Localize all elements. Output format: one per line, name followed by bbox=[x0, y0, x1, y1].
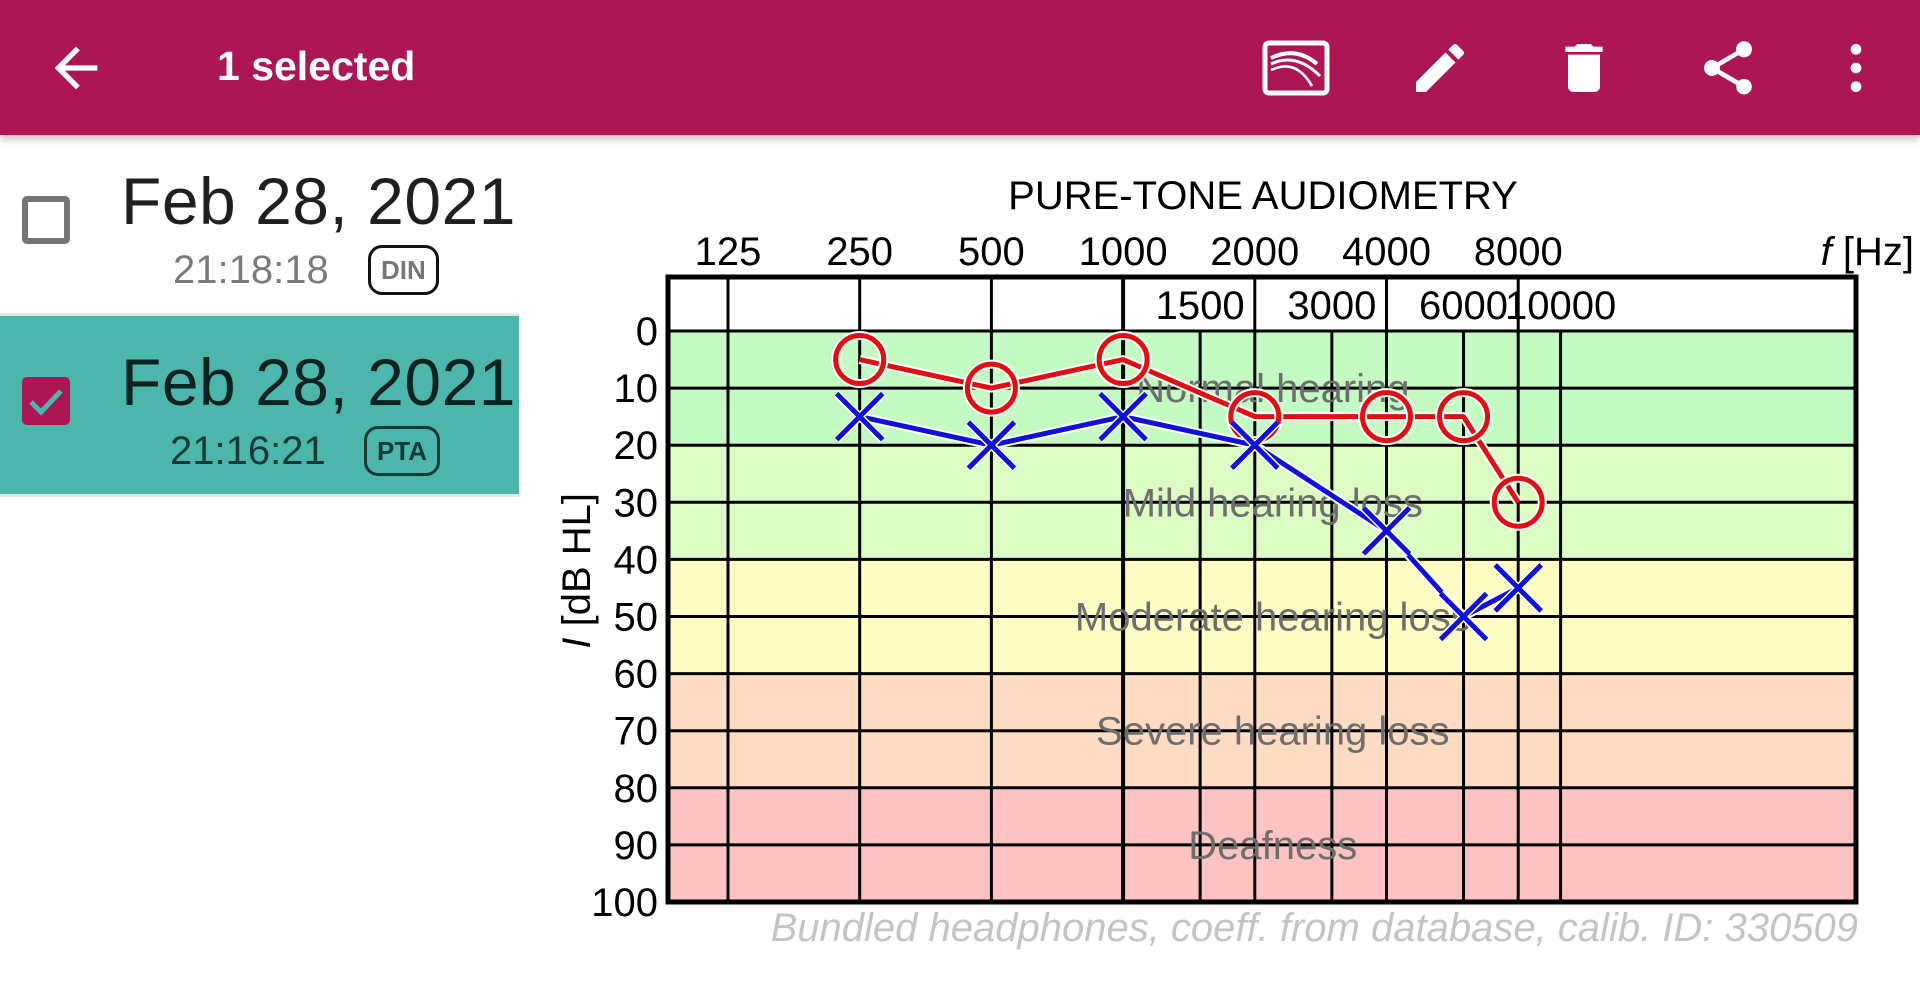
y-tick-label: 20 bbox=[614, 424, 659, 468]
band-label: Moderate hearing loss bbox=[1075, 596, 1471, 640]
list-item[interactable]: Feb 28, 2021 21:16:21 PTA bbox=[0, 316, 519, 497]
header-row bbox=[668, 277, 1856, 331]
audiogram-chart: Normal hearingMild hearing lossModerate … bbox=[555, 174, 1914, 925]
y-tick-label: 30 bbox=[614, 481, 659, 525]
audiogram-view-icon bbox=[1262, 40, 1330, 96]
x-tick-label: 2000 bbox=[1210, 230, 1299, 274]
x-tick-label: 125 bbox=[695, 230, 762, 274]
item-date: Feb 28, 2021 bbox=[121, 345, 516, 419]
item-time: 21:16:21 bbox=[170, 429, 326, 473]
y-tick-label: 40 bbox=[614, 538, 659, 582]
test-type-badge: PTA bbox=[364, 426, 441, 476]
share-button[interactable] bbox=[1690, 30, 1766, 106]
x-axis-label: f [Hz] bbox=[1821, 230, 1914, 274]
more-options-button[interactable] bbox=[1818, 30, 1894, 106]
item-checkbox[interactable] bbox=[22, 196, 70, 244]
delete-button[interactable] bbox=[1546, 30, 1622, 106]
test-type-badge: DIN bbox=[368, 245, 439, 295]
selection-count-title: 1 selected bbox=[217, 43, 416, 89]
y-tick-label: 50 bbox=[614, 596, 659, 640]
edit-icon bbox=[1416, 43, 1465, 92]
checkmark-icon bbox=[29, 389, 63, 416]
list-item[interactable]: Feb 28, 2021 21:18:18 DIN bbox=[0, 135, 519, 316]
x-tick-label-intermediate: 1500 bbox=[1156, 284, 1245, 328]
band-label: Severe hearing loss bbox=[1096, 710, 1450, 754]
arrow-back-icon bbox=[54, 46, 98, 90]
test-list: Feb 28, 2021 21:18:18 DIN Feb 28, 2021 2… bbox=[0, 135, 519, 497]
delete-icon bbox=[1565, 44, 1603, 92]
band-label: Deafness bbox=[1188, 824, 1357, 868]
back-button[interactable] bbox=[44, 36, 108, 100]
x-tick-label-intermediate: 3000 bbox=[1287, 284, 1376, 328]
y-tick-label: 0 bbox=[636, 310, 658, 354]
app-bar: 1 selected bbox=[0, 0, 1920, 135]
item-time: 21:18:18 bbox=[173, 248, 329, 292]
share-icon bbox=[1703, 41, 1753, 95]
x-tick-label: 1000 bbox=[1079, 230, 1168, 274]
x-tick-label: 8000 bbox=[1474, 230, 1563, 274]
y-tick-label: 10 bbox=[614, 367, 659, 411]
item-date: Feb 28, 2021 bbox=[121, 164, 516, 238]
y-tick-label: 100 bbox=[591, 881, 658, 925]
more-options-icon bbox=[1850, 44, 1862, 92]
audiogram-view-button[interactable] bbox=[1258, 30, 1334, 106]
edit-button[interactable] bbox=[1402, 30, 1478, 106]
chart-title: PURE-TONE AUDIOMETRY bbox=[1008, 174, 1518, 218]
y-axis-label: I [dB HL] bbox=[555, 493, 599, 649]
x-tick-label-intermediate: 6000 bbox=[1419, 284, 1508, 328]
calibration-caption: Bundled headphones, coeff. from database… bbox=[770, 906, 1858, 950]
y-tick-label: 60 bbox=[614, 653, 659, 697]
x-tick-label-intermediate: 10000 bbox=[1505, 284, 1616, 328]
item-checkbox[interactable] bbox=[22, 377, 70, 425]
x-tick-label: 500 bbox=[958, 230, 1025, 274]
x-tick-label: 250 bbox=[826, 230, 893, 274]
x-tick-label: 4000 bbox=[1342, 230, 1431, 274]
y-tick-label: 90 bbox=[614, 824, 659, 868]
y-tick-label: 80 bbox=[614, 767, 659, 811]
y-tick-label: 70 bbox=[614, 710, 659, 754]
